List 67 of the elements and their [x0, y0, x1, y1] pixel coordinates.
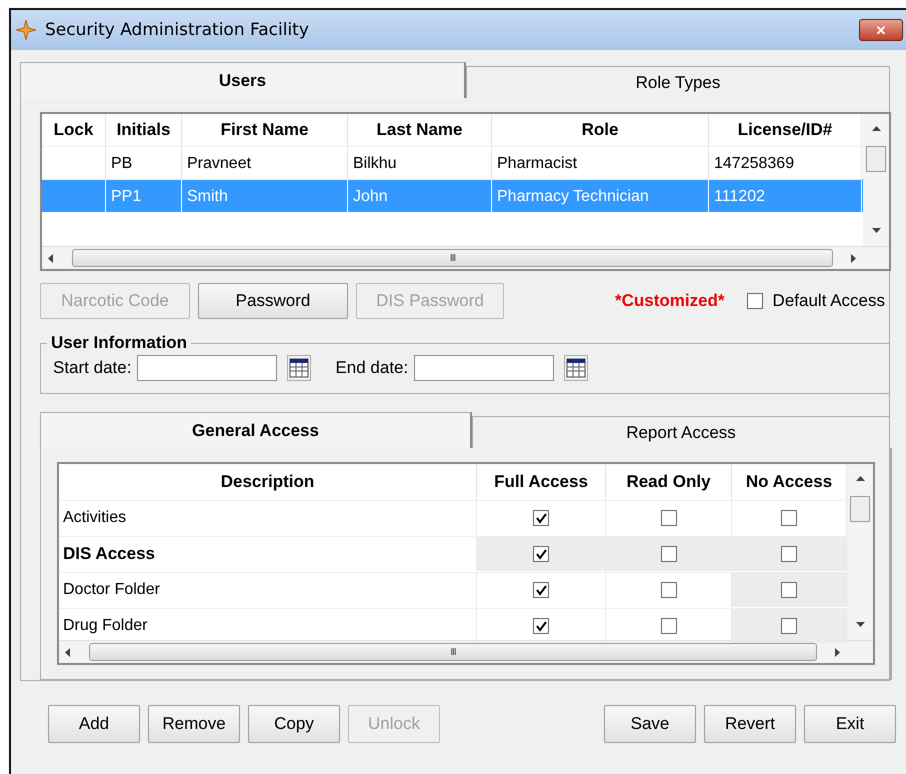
action-button[interactable]: Password [198, 283, 348, 319]
checkbox[interactable] [781, 546, 797, 562]
date-field[interactable] [137, 355, 278, 381]
star-icon [15, 19, 37, 41]
table-cell: Drug Folder [63, 617, 148, 635]
column-header[interactable]: First Name [182, 114, 348, 146]
checkbox[interactable] [533, 546, 549, 562]
checkbox[interactable] [533, 582, 549, 598]
checkbox[interactable] [781, 510, 797, 526]
vertical-scrollbar[interactable] [863, 114, 889, 246]
table-cell: Bilkhu [353, 155, 397, 172]
column-header[interactable]: Description [59, 464, 477, 500]
checkbox[interactable] [533, 510, 549, 526]
column-header[interactable]: Lock [42, 114, 106, 146]
tab[interactable]: Role Types [466, 66, 890, 98]
checkbox[interactable] [781, 618, 797, 634]
scroll-thumb[interactable] [866, 146, 886, 172]
action-button[interactable]: Exit [804, 705, 896, 743]
table-cell: Doctor Folder [63, 581, 160, 599]
checkbox[interactable] [660, 510, 676, 526]
calendar-icon[interactable] [564, 355, 588, 381]
action-button[interactable]: Copy [248, 705, 340, 743]
window-title: Security Administration Facility [45, 20, 309, 40]
tab[interactable]: General Access [40, 412, 472, 448]
table-cell: John [353, 188, 388, 205]
tab[interactable]: Users [20, 62, 466, 98]
checkbox[interactable] [746, 293, 763, 309]
table-cell: PP1 [111, 188, 142, 205]
table-cell: Pravneet [187, 155, 252, 172]
column-header[interactable]: Full Access [477, 464, 606, 500]
column-header[interactable]: Last Name [348, 114, 492, 146]
action-button[interactable]: Save [604, 705, 696, 743]
date-field[interactable] [414, 355, 554, 381]
column-header[interactable]: Initials [106, 114, 182, 146]
column-header[interactable]: Read Only [606, 464, 732, 500]
horizontal-scrollbar[interactable]: III [59, 640, 873, 663]
checkbox[interactable] [660, 618, 676, 634]
checkbox[interactable] [660, 582, 676, 598]
calendar-icon[interactable] [287, 355, 312, 381]
table-row[interactable]: PB Pravneet Bilkhu Pharmacist 147258369 [42, 146, 863, 179]
column-header[interactable]: License/ID# [709, 114, 862, 146]
checkbox[interactable] [781, 582, 797, 598]
customized-label: *Customized* [614, 291, 725, 311]
table-cell: Smith [187, 188, 228, 205]
table-cell: Pharmacy Technician [497, 188, 649, 205]
field-label: Start date: [53, 358, 132, 378]
checkbox[interactable] [660, 546, 676, 562]
column-header[interactable]: Role [492, 114, 709, 146]
vertical-scrollbar[interactable] [847, 464, 873, 640]
checkbox[interactable] [533, 618, 549, 634]
field-label: End date: [335, 358, 408, 378]
table-cell: 147258369 [714, 155, 794, 172]
table-cell: DIS Access [63, 544, 155, 564]
scroll-thumb[interactable] [850, 496, 870, 522]
table-cell: Pharmacist [497, 155, 578, 172]
checkbox-label: Default Access [772, 291, 885, 311]
table-cell: 111202 [714, 188, 766, 205]
tab[interactable]: Report Access [472, 416, 890, 448]
scroll-grip: III [450, 252, 456, 264]
table-cell: Activities [63, 509, 126, 527]
action-button[interactable]: Add [48, 705, 140, 743]
scroll-grip: III [450, 646, 456, 658]
action-button[interactable]: Revert [704, 705, 796, 743]
horizontal-scrollbar[interactable]: III [42, 246, 889, 269]
action-button[interactable]: Remove [148, 705, 240, 743]
group-title: User Information [50, 333, 188, 353]
table-cell: PB [111, 155, 132, 172]
